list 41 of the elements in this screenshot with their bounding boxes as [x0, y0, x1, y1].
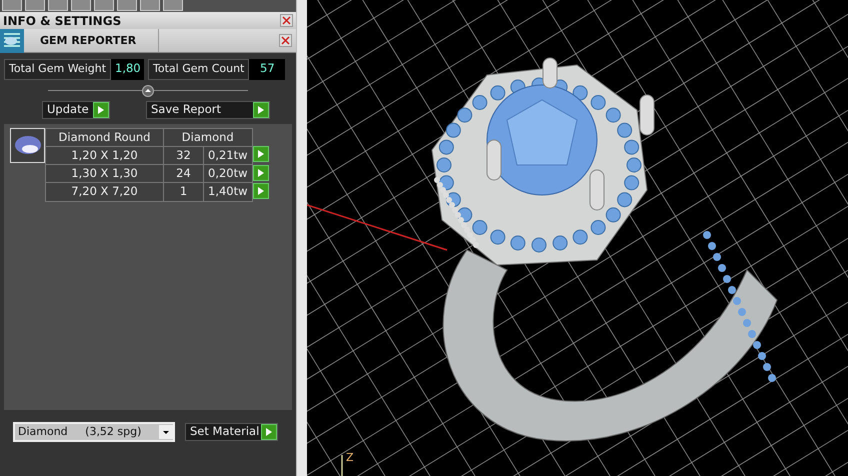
play-icon: [252, 146, 269, 162]
toolbar-icon[interactable]: [117, 0, 137, 11]
play-icon: [261, 424, 277, 440]
total-value: 57: [249, 59, 286, 80]
material-dropdown[interactable]: Diamond (3,52 spg): [13, 422, 175, 442]
update-button[interactable]: Update: [42, 100, 110, 118]
table-cell: 7,20 X 7,20: [46, 182, 164, 201]
table-cell: 0,21tw: [204, 146, 252, 164]
set-material-button[interactable]: Set Material: [185, 423, 278, 441]
close-button[interactable]: [280, 14, 293, 27]
total-label: Total Gem Weight: [4, 59, 112, 80]
toolbar-icon[interactable]: [140, 0, 160, 11]
collapse-handle[interactable]: [142, 84, 154, 96]
toolbar-icon[interactable]: [71, 0, 91, 11]
toolbar-icon[interactable]: [2, 0, 22, 11]
play-icon: [252, 182, 269, 199]
toolbar-icon[interactable]: [48, 0, 68, 11]
total-value: 1,80: [111, 59, 144, 80]
table-cell: 24: [164, 164, 204, 183]
panel-title: GEM REPORTER: [40, 33, 138, 49]
table-cell: 32: [164, 146, 204, 164]
table-cell: 1: [164, 182, 204, 201]
toolbar-icon[interactable]: [25, 0, 45, 11]
table-cell: 1,30 X 1,30: [46, 164, 164, 183]
play-icon: [252, 164, 269, 180]
toolbar-icon[interactable]: [163, 0, 183, 11]
play-icon: [253, 102, 269, 118]
close-button[interactable]: [279, 34, 292, 47]
axis-label: Z: [346, 450, 354, 466]
gem-report-icon: [0, 29, 24, 53]
table-cell: 1,20 X 1,20: [46, 146, 164, 164]
column-header: Diamond: [164, 128, 252, 146]
save-report-button[interactable]: Save Report: [146, 100, 270, 118]
toolbar-icon[interactable]: [94, 0, 114, 11]
column-header: Diamond Round: [46, 128, 164, 146]
panel-title: INFO & SETTINGS: [3, 12, 122, 30]
total-label: Total Gem Count: [148, 59, 250, 80]
table-cell: 0,20tw: [204, 164, 252, 183]
gem-thumbnail: [10, 128, 45, 162]
table-cell: 1,40tw: [204, 182, 252, 201]
play-icon: [93, 102, 109, 118]
